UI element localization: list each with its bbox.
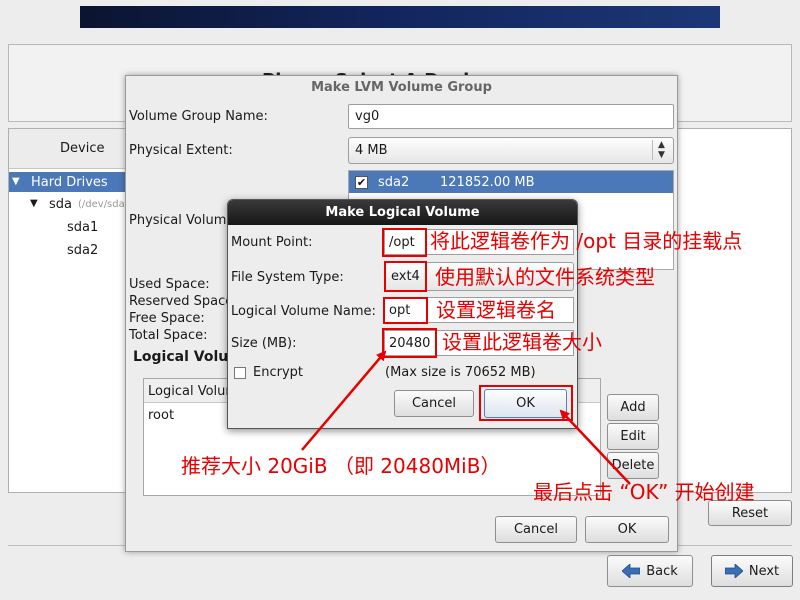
expand-arrow-icon[interactable]: ▼	[30, 198, 38, 209]
arrow-right-icon	[724, 564, 743, 578]
pv-checkbox[interactable]: ✔	[355, 176, 368, 189]
used-space-label: Used Space:	[129, 277, 210, 292]
next-button[interactable]: Next	[711, 555, 793, 587]
free-space-label: Free Space:	[129, 311, 205, 326]
list-item[interactable]: root	[148, 408, 174, 423]
physical-extent-label: Physical Extent:	[129, 143, 233, 158]
tree-label-sda[interactable]: sda	[49, 197, 72, 212]
mount-point-label: Mount Point:	[231, 235, 313, 250]
top-banner	[80, 6, 720, 28]
chevron-updown-icon[interactable]: ▲ ▼	[652, 140, 670, 160]
annotation-size: 设置此逻辑卷大小	[442, 330, 602, 354]
tree-label-sda-path: (/dev/sda)	[78, 199, 129, 210]
edit-button-label: Edit	[620, 429, 646, 444]
size-label: Size (MB):	[231, 336, 297, 351]
annotation-ok-hint: 最后点击 “OK” 开始创建	[533, 480, 755, 504]
expand-arrow-icon[interactable]: ▼	[12, 176, 20, 187]
fs-type-label: File System Type:	[231, 270, 344, 285]
annotation-recommend-size: 推荐大小 20GiB （即 20480MiB）	[181, 454, 501, 478]
total-space-label: Total Space:	[129, 328, 208, 343]
vg-name-label: Volume Group Name:	[129, 109, 268, 124]
highlight-ok-button	[479, 385, 573, 421]
physical-extent-select[interactable]: 4 MB	[348, 137, 674, 164]
back-button[interactable]: Back	[607, 555, 693, 587]
lvm-cancel-label: Cancel	[513, 522, 559, 537]
next-button-label: Next	[748, 563, 780, 579]
add-button[interactable]: Add	[607, 394, 659, 421]
annotation-mount-point: 将此逻辑卷作为 /opt 目录的挂载点	[430, 229, 743, 253]
lvm-cancel-button[interactable]: Cancel	[495, 516, 577, 543]
highlight-fs-type	[384, 261, 427, 292]
pv-size: 121852.00 MB	[440, 175, 535, 190]
highlight-size	[382, 328, 437, 358]
edit-button[interactable]: Edit	[607, 423, 659, 450]
tree-item-sda2[interactable]: sda2	[67, 243, 98, 258]
encrypt-checkbox[interactable]	[234, 367, 246, 379]
lvm-ok-button[interactable]: OK	[585, 516, 669, 543]
lv-dialog-title: Make Logical Volume	[325, 205, 480, 220]
reserved-space-label: Reserved Space:	[129, 294, 238, 309]
tree-item-sda1[interactable]: sda1	[67, 220, 98, 235]
lvm-ok-label: OK	[617, 522, 637, 537]
lv-cancel-button[interactable]: Cancel	[394, 390, 474, 417]
lvm-dialog-title: Make LVM Volume Group	[311, 80, 492, 95]
delete-button[interactable]: Delete	[607, 452, 659, 479]
highlight-lv-name	[383, 297, 428, 324]
encrypt-label[interactable]: Encrypt	[253, 365, 303, 380]
lv-name-label: Logical Volume Name:	[231, 304, 376, 319]
annotation-lv-name: 设置逻辑卷名	[436, 298, 556, 322]
reset-button-label: Reset	[731, 505, 769, 521]
delete-button-label: Delete	[611, 458, 655, 473]
pv-name: sda2	[378, 175, 410, 190]
vg-name-input[interactable]: vg0	[348, 104, 674, 129]
lv-cancel-label: Cancel	[411, 396, 457, 411]
highlight-mount-point	[382, 228, 427, 257]
back-button-label: Back	[646, 563, 678, 579]
add-button-label: Add	[620, 400, 646, 415]
tree-label-hard-drives: Hard Drives	[31, 175, 108, 190]
annotation-fs-type: 使用默认的文件系统类型	[435, 265, 655, 289]
device-column-label: Device	[60, 141, 105, 156]
max-size-hint: (Max size is 70652 MB)	[385, 365, 536, 380]
arrow-left-icon	[622, 564, 641, 578]
